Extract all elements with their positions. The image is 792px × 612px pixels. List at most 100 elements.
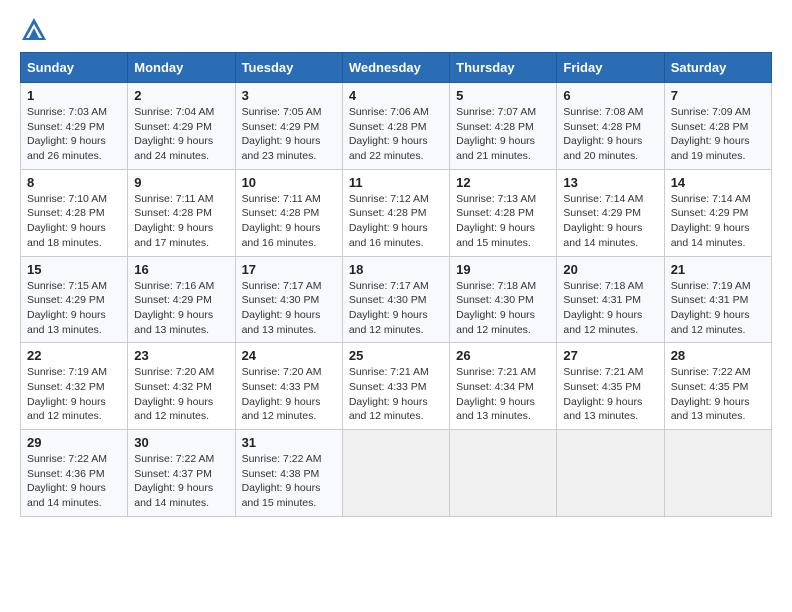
calendar-cell: 10Sunrise: 7:11 AMSunset: 4:28 PMDayligh…: [235, 169, 342, 256]
day-number: 19: [456, 262, 550, 277]
weekday-header-row: SundayMondayTuesdayWednesdayThursdayFrid…: [21, 53, 772, 83]
logo: [20, 16, 52, 44]
day-number: 17: [242, 262, 336, 277]
day-number: 3: [242, 88, 336, 103]
day-number: 29: [27, 435, 121, 450]
day-number: 8: [27, 175, 121, 190]
calendar-cell: 1 Sunrise: 7:03 AMSunset: 4:29 PMDaylight…: [21, 83, 128, 170]
day-number: 25: [349, 348, 443, 363]
weekday-header-tuesday: Tuesday: [235, 53, 342, 83]
calendar-cell: 24Sunrise: 7:20 AMSunset: 4:33 PMDayligh…: [235, 343, 342, 430]
calendar-cell: 17 Sunrise: 7:17 AMSunset: 4:30 PMDayligh…: [235, 256, 342, 343]
calendar-cell: 11 Sunrise: 7:12 AMSunset: 4:28 PMDayligh…: [342, 169, 449, 256]
day-info: Sunrise: 7:12 AMSunset: 4:28 PMDaylight:…: [349, 192, 443, 251]
calendar-week-row: 1 Sunrise: 7:03 AMSunset: 4:29 PMDaylight…: [21, 83, 772, 170]
day-number: 11: [349, 175, 443, 190]
day-info: Sunrise: 7:08 AMSunset: 4:28 PMDaylight:…: [563, 105, 657, 164]
calendar-cell: 21Sunrise: 7:19 AMSunset: 4:31 PMDayligh…: [664, 256, 771, 343]
calendar-week-row: 22 Sunrise: 7:19 AMSunset: 4:32 PMDayligh…: [21, 343, 772, 430]
calendar-cell: [557, 430, 664, 517]
day-number: 5: [456, 88, 550, 103]
calendar-cell: [664, 430, 771, 517]
day-number: 27: [563, 348, 657, 363]
day-info: Sunrise: 7:21 AMSunset: 4:35 PMDaylight:…: [563, 365, 657, 424]
calendar-cell: 22 Sunrise: 7:19 AMSunset: 4:32 PMDayligh…: [21, 343, 128, 430]
calendar-table: SundayMondayTuesdayWednesdayThursdayFrid…: [20, 52, 772, 517]
day-info: Sunrise: 7:07 AMSunset: 4:28 PMDaylight:…: [456, 105, 550, 164]
calendar-cell: 25 Sunrise: 7:21 AMSunset: 4:33 PMDayligh…: [342, 343, 449, 430]
weekday-header-friday: Friday: [557, 53, 664, 83]
day-info: Sunrise: 7:05 AMSunset: 4:29 PMDaylight:…: [242, 105, 336, 164]
calendar-cell: 23 Sunrise: 7:20 AMSunset: 4:32 PMDayligh…: [128, 343, 235, 430]
day-number: 1: [27, 88, 121, 103]
day-number: 20: [563, 262, 657, 277]
day-info: Sunrise: 7:06 AMSunset: 4:28 PMDaylight:…: [349, 105, 443, 164]
day-info: Sunrise: 7:17 AMSunset: 4:30 PMDaylight:…: [242, 279, 336, 338]
day-number: 12: [456, 175, 550, 190]
calendar-cell: 15 Sunrise: 7:15 AMSunset: 4:29 PMDayligh…: [21, 256, 128, 343]
weekday-header-wednesday: Wednesday: [342, 53, 449, 83]
day-info: Sunrise: 7:14 AMSunset: 4:29 PMDaylight:…: [563, 192, 657, 251]
calendar-cell: 8 Sunrise: 7:10 AMSunset: 4:28 PMDaylight…: [21, 169, 128, 256]
day-info: Sunrise: 7:04 AMSunset: 4:29 PMDaylight:…: [134, 105, 228, 164]
calendar-cell: 13 Sunrise: 7:14 AMSunset: 4:29 PMDayligh…: [557, 169, 664, 256]
calendar-cell: [450, 430, 557, 517]
day-info: Sunrise: 7:09 AMSunset: 4:28 PMDaylight:…: [671, 105, 765, 164]
logo-icon: [20, 16, 48, 44]
day-number: 15: [27, 262, 121, 277]
calendar-cell: 9Sunrise: 7:11 AMSunset: 4:28 PMDaylight…: [128, 169, 235, 256]
calendar-cell: [342, 430, 449, 517]
day-number: 28: [671, 348, 765, 363]
day-number: 30: [134, 435, 228, 450]
calendar-cell: 2 Sunrise: 7:04 AMSunset: 4:29 PMDaylight…: [128, 83, 235, 170]
calendar-week-row: 15 Sunrise: 7:15 AMSunset: 4:29 PMDayligh…: [21, 256, 772, 343]
weekday-header-sunday: Sunday: [21, 53, 128, 83]
day-number: 4: [349, 88, 443, 103]
day-number: 31: [242, 435, 336, 450]
day-info: Sunrise: 7:19 AMSunset: 4:32 PMDaylight:…: [27, 365, 121, 424]
calendar-cell: 29 Sunrise: 7:22 AMSunset: 4:36 PMDayligh…: [21, 430, 128, 517]
day-info: Sunrise: 7:22 AMSunset: 4:36 PMDaylight:…: [27, 452, 121, 511]
day-info: Sunrise: 7:18 AMSunset: 4:30 PMDaylight:…: [456, 279, 550, 338]
day-number: 22: [27, 348, 121, 363]
calendar-cell: 14Sunrise: 7:14 AMSunset: 4:29 PMDayligh…: [664, 169, 771, 256]
day-info: Sunrise: 7:21 AMSunset: 4:34 PMDaylight:…: [456, 365, 550, 424]
weekday-header-thursday: Thursday: [450, 53, 557, 83]
day-info: Sunrise: 7:03 AMSunset: 4:29 PMDaylight:…: [27, 105, 121, 164]
calendar-cell: 12Sunrise: 7:13 AMSunset: 4:28 PMDayligh…: [450, 169, 557, 256]
day-info: Sunrise: 7:21 AMSunset: 4:33 PMDaylight:…: [349, 365, 443, 424]
calendar-cell: 3 Sunrise: 7:05 AMSunset: 4:29 PMDaylight…: [235, 83, 342, 170]
day-number: 9: [134, 175, 228, 190]
day-number: 24: [242, 348, 336, 363]
day-number: 7: [671, 88, 765, 103]
calendar-cell: 20Sunrise: 7:18 AMSunset: 4:31 PMDayligh…: [557, 256, 664, 343]
calendar-cell: 18 Sunrise: 7:17 AMSunset: 4:30 PMDayligh…: [342, 256, 449, 343]
day-number: 18: [349, 262, 443, 277]
weekday-header-saturday: Saturday: [664, 53, 771, 83]
day-number: 21: [671, 262, 765, 277]
calendar-cell: 5 Sunrise: 7:07 AMSunset: 4:28 PMDaylight…: [450, 83, 557, 170]
calendar-cell: 27 Sunrise: 7:21 AMSunset: 4:35 PMDayligh…: [557, 343, 664, 430]
calendar-cell: 6 Sunrise: 7:08 AMSunset: 4:28 PMDaylight…: [557, 83, 664, 170]
day-info: Sunrise: 7:22 AMSunset: 4:35 PMDaylight:…: [671, 365, 765, 424]
day-info: Sunrise: 7:15 AMSunset: 4:29 PMDaylight:…: [27, 279, 121, 338]
day-number: 13: [563, 175, 657, 190]
day-number: 23: [134, 348, 228, 363]
day-number: 6: [563, 88, 657, 103]
weekday-header-monday: Monday: [128, 53, 235, 83]
calendar-week-row: 8 Sunrise: 7:10 AMSunset: 4:28 PMDaylight…: [21, 169, 772, 256]
day-info: Sunrise: 7:10 AMSunset: 4:28 PMDaylight:…: [27, 192, 121, 251]
day-info: Sunrise: 7:17 AMSunset: 4:30 PMDaylight:…: [349, 279, 443, 338]
calendar-cell: 4 Sunrise: 7:06 AMSunset: 4:28 PMDaylight…: [342, 83, 449, 170]
day-info: Sunrise: 7:16 AMSunset: 4:29 PMDaylight:…: [134, 279, 228, 338]
calendar-cell: 26 Sunrise: 7:21 AMSunset: 4:34 PMDayligh…: [450, 343, 557, 430]
calendar-cell: 19 Sunrise: 7:18 AMSunset: 4:30 PMDayligh…: [450, 256, 557, 343]
day-number: 16: [134, 262, 228, 277]
day-number: 14: [671, 175, 765, 190]
day-number: 2: [134, 88, 228, 103]
day-info: Sunrise: 7:22 AMSunset: 4:37 PMDaylight:…: [134, 452, 228, 511]
day-number: 26: [456, 348, 550, 363]
header: [20, 16, 772, 44]
day-info: Sunrise: 7:20 AMSunset: 4:32 PMDaylight:…: [134, 365, 228, 424]
calendar-cell: 30 Sunrise: 7:22 AMSunset: 4:37 PMDayligh…: [128, 430, 235, 517]
